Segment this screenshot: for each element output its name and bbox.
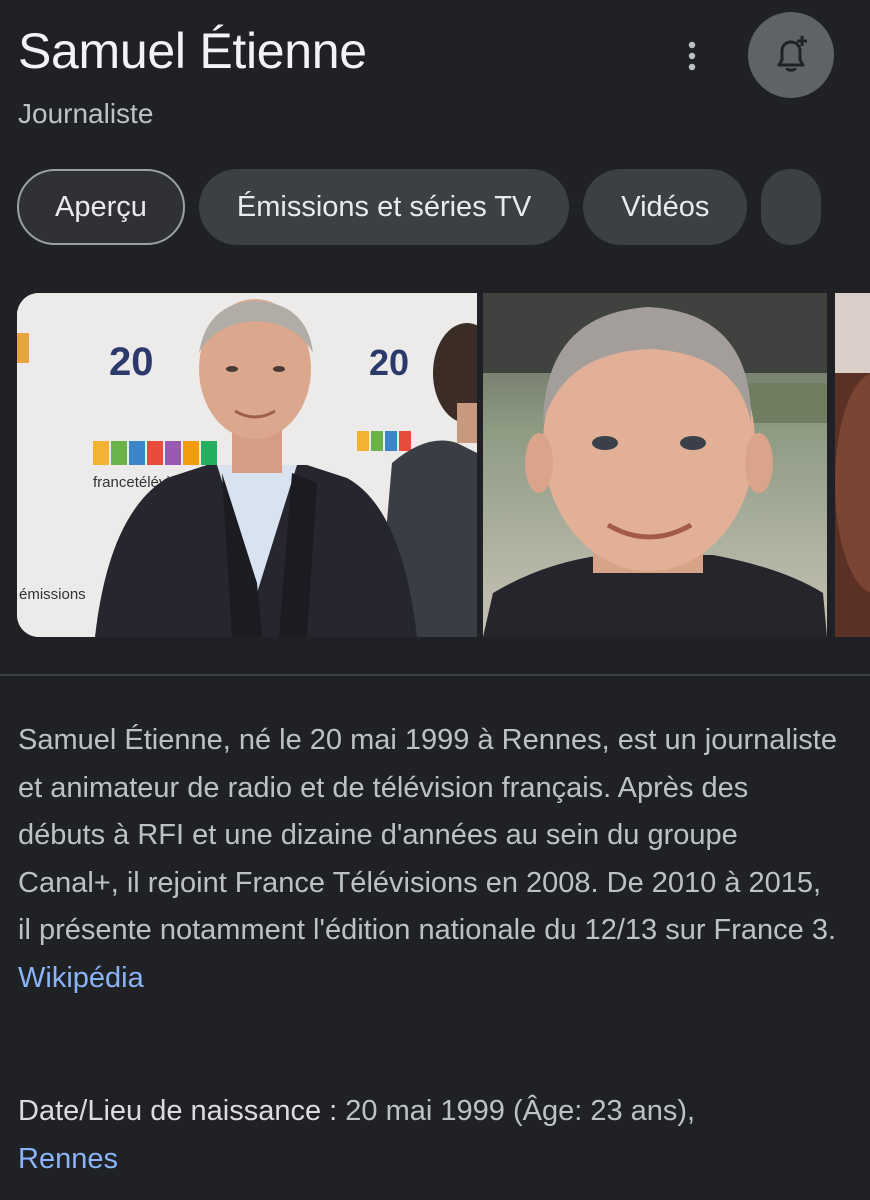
entity-subtitle: Journaliste [18,98,154,129]
tab-videos[interactable]: Vidéos [583,169,748,245]
backdrop-logo-20b: 20 [369,342,409,383]
more-vertical-icon [688,41,696,71]
entity-title: Samuel Étienne [18,23,367,79]
follow-button[interactable] [748,12,834,98]
image-carousel: 20 20 francetélévisions émissions [17,293,870,637]
birth-place-link[interactable]: Rennes [18,1143,118,1175]
birth-colon: : [321,1095,346,1127]
birth-fact: Date/Lieu de naissance : 20 mai 1999 (Âg… [18,1087,838,1183]
tab-more[interactable] [761,169,822,245]
birth-label[interactable]: Date/Lieu de naissance [18,1095,321,1127]
description-text: Samuel Étienne, né le 20 mai 1999 à Renn… [18,724,837,946]
tab-emissions[interactable]: Émissions et séries TV [198,169,570,245]
description: Samuel Étienne, né le 20 mai 1999 à Renn… [18,717,838,1002]
tab-bar: Aperçu Émissions et séries TV Vidéos [17,169,870,247]
backdrop-emissions: émissions [19,586,86,603]
bell-plus-icon [777,36,807,72]
backdrop-logo-20: 20 [109,340,154,384]
tab-apercu[interactable]: Aperçu [17,169,185,245]
more-options-button[interactable] [672,36,712,76]
birth-value: 20 mai 1999 (Âge: 23 ans), [345,1095,696,1127]
wikipedia-link[interactable]: Wikipédia [18,962,144,994]
section-divider [0,674,870,676]
photo-partial[interactable] [835,293,870,637]
photo-portrait[interactable] [483,293,827,637]
photo-red-carpet[interactable]: 20 20 francetélévisions émissions [17,293,477,637]
